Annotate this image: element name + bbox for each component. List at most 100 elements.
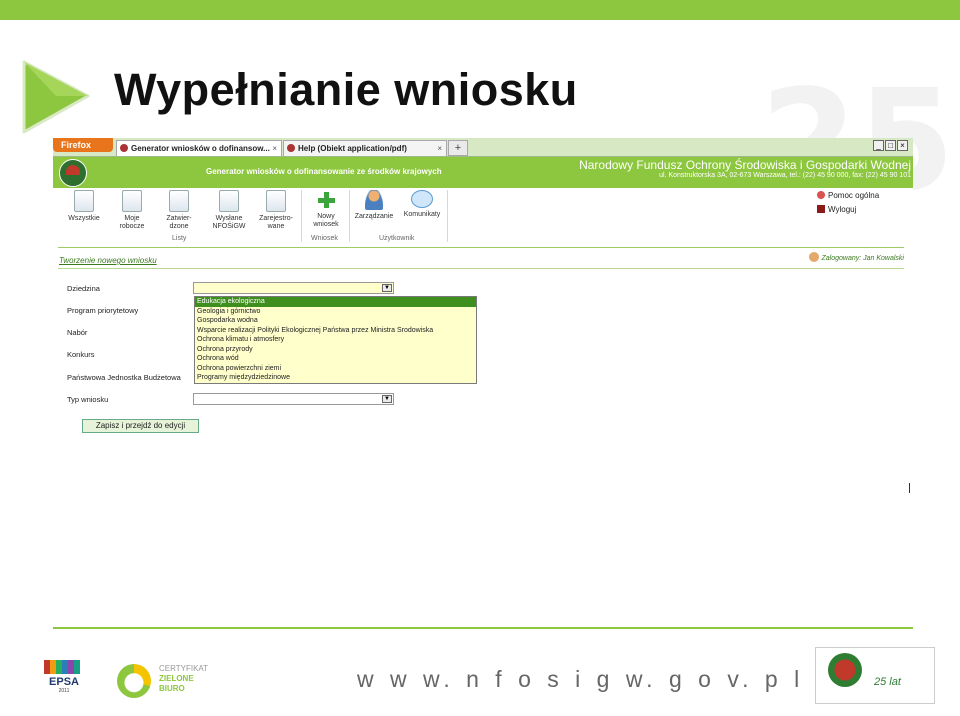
tab-help[interactable]: Help (Obiekt application/pdf) × (283, 140, 447, 156)
button-label: robocze (119, 223, 145, 230)
label-program: Program priorytetowy (67, 306, 139, 315)
chevron-down-icon[interactable]: ▼ (382, 395, 392, 403)
cert-label: BIURO (159, 684, 185, 693)
epsa-year: 2011 (58, 688, 70, 694)
dropdown-option[interactable]: Gospodarka wodna (195, 316, 476, 326)
speech-bubble-icon (411, 190, 433, 208)
button-label: Nowy (317, 213, 335, 220)
nfosigw-25-years-logo: 25 lat (815, 647, 935, 704)
nfosigw-logo-icon (59, 159, 87, 187)
browser-window: Firefox Generator wniosków o dofinansow.… (53, 138, 913, 624)
approved-doc-icon (169, 190, 189, 212)
logout-icon (817, 205, 825, 213)
footer-divider (53, 627, 913, 629)
dropdown-option[interactable]: Wsparcie realizacji Polityki Ekologiczne… (195, 326, 476, 336)
chevron-down-icon[interactable]: ▼ (382, 284, 392, 292)
label-konkurs: Konkurs (67, 350, 95, 359)
divider (58, 268, 904, 269)
org-address: ul. Konstruktorska 3A, 02-673 Warszawa, … (659, 172, 911, 179)
green-office-icon (117, 664, 151, 698)
browser-tab-bar: Firefox Generator wniosków o dofinansow.… (53, 138, 913, 157)
help-link[interactable]: Pomoc ogólna (817, 191, 879, 200)
button-label: dzone (169, 223, 189, 230)
help-icon (817, 191, 825, 199)
help-label: Pomoc ogólna (828, 191, 880, 200)
logout-link[interactable]: Wyloguj (817, 205, 856, 214)
firefox-menu-button[interactable]: Firefox (53, 138, 113, 152)
green-office-certificate-logo: CERTYFIKAT ZIELONE BIURO (117, 662, 237, 702)
button-label: Komunikaty (403, 211, 441, 218)
tab-close-icon[interactable]: × (437, 141, 442, 156)
logout-label: Wyloguj (828, 205, 857, 214)
dropdown-option[interactable]: Ochrona powierzchni ziemi (195, 364, 476, 374)
close-window-button[interactable]: × (897, 140, 908, 151)
nfosigw-emblem-icon (828, 653, 862, 687)
footer-url: w w w. n f o s i g w. g o v. p l (357, 666, 805, 692)
slide-title: Wypełnianie wniosku (114, 64, 578, 115)
green-office-text: CERTYFIKAT ZIELONE BIURO (159, 664, 208, 694)
epsa-logo: EPSA 2011 (44, 660, 84, 698)
button-label: wniosek (313, 221, 339, 228)
new-tab-button[interactable]: + (448, 140, 468, 156)
dropdown-option[interactable]: Edukacja ekologiczna (195, 297, 476, 307)
dropdown-option[interactable]: Ochrona wód (195, 354, 476, 364)
ribbon-moje-robocze-button[interactable]: Moje robocze (109, 188, 155, 231)
tab-favicon-icon (287, 144, 295, 152)
dropdown-option[interactable]: Geologia i górnictwo (195, 307, 476, 317)
epsa-mosaic-icon (44, 660, 80, 674)
group-separator (349, 190, 350, 242)
dropdown-option[interactable]: Programy międzydziedzinowe (195, 373, 476, 383)
group-separator (301, 190, 302, 242)
dziedzina-dropdown-list: Edukacja ekologiczna Geologia i górnictw… (194, 296, 477, 384)
org-name: Narodowy Fundusz Ochrony Środowiska i Go… (579, 158, 911, 172)
maximize-button[interactable]: □ (885, 140, 896, 151)
user-icon (808, 252, 819, 262)
dropdown-option[interactable]: Ochrona klimatu i atmosfery (195, 335, 476, 345)
epsa-text: EPSA (49, 676, 79, 688)
cert-label: ZIELONE (159, 674, 194, 683)
label-nabor: Nabór (67, 328, 88, 337)
ribbon-nowy-wniosek-button[interactable]: Nowy wniosek (303, 188, 349, 229)
ribbon-wszystkie-button[interactable]: Wszystkie (61, 188, 107, 223)
tab-label: Help (Obiekt application/pdf) (298, 144, 407, 153)
tab-label: Generator wniosków o dofinansow... (131, 144, 270, 153)
button-label: Wysłane (215, 215, 243, 222)
ribbon-zarzadzanie-button[interactable]: Zarządzanie (351, 188, 397, 221)
save-and-edit-button[interactable]: Zapisz i przejdź do edycji (82, 419, 199, 433)
button-label: wane (267, 223, 285, 230)
button-label: Moje (124, 215, 140, 222)
label-pjb: Państwowa Jednostka Budżetowa (67, 373, 181, 382)
registered-doc-icon (266, 190, 286, 212)
tab-close-icon[interactable]: × (272, 141, 277, 156)
button-label: NFOŚiGW (212, 223, 246, 230)
cert-label: CERTYFIKAT (159, 664, 209, 673)
minimize-button[interactable]: _ (873, 140, 884, 151)
ribbon-zatwierdzone-button[interactable]: Zatwier- dzone (156, 188, 202, 231)
logged-in-status: Zalogowany: Jan Kowalski (808, 252, 904, 262)
plus-icon (317, 190, 335, 210)
ribbon-zarejestrowane-button[interactable]: Zarejestro- wane (253, 188, 299, 231)
typ-wniosku-select[interactable]: ▼ (193, 393, 394, 405)
ribbon-komunikaty-button[interactable]: Komunikaty (399, 188, 445, 219)
group-label-uzytkownik: Użytkownik (379, 235, 415, 242)
text-cursor (909, 483, 910, 493)
button-label: Wszystkie (68, 215, 100, 222)
group-separator (447, 190, 448, 242)
list-all-icon (74, 190, 94, 212)
dziedzina-select[interactable]: ▼ (193, 282, 394, 294)
sent-doc-icon (219, 190, 239, 212)
label-typ: Typ wniosku (67, 395, 109, 404)
app-header: Generator wniosków o dofinansowanie ze ś… (53, 157, 913, 188)
dropdown-option[interactable]: Ochrona przyrody (195, 345, 476, 355)
anniversary-text: 25 lat (874, 676, 901, 688)
tab-favicon-icon (120, 144, 128, 152)
label-dziedzina: Dziedzina (67, 284, 100, 293)
form-title: Tworzenie nowego wniosku (59, 256, 157, 265)
group-label-wniosek: Wniosek (311, 235, 338, 242)
tab-generator[interactable]: Generator wniosków o dofinansow... × (116, 140, 282, 156)
ribbon-wyslane-button[interactable]: Wysłane NFOŚiGW (206, 188, 252, 231)
button-label: Zarejestro- (259, 215, 293, 222)
user-icon (365, 190, 383, 210)
draft-doc-icon (122, 190, 142, 212)
button-label: Zarządzanie (354, 213, 394, 220)
